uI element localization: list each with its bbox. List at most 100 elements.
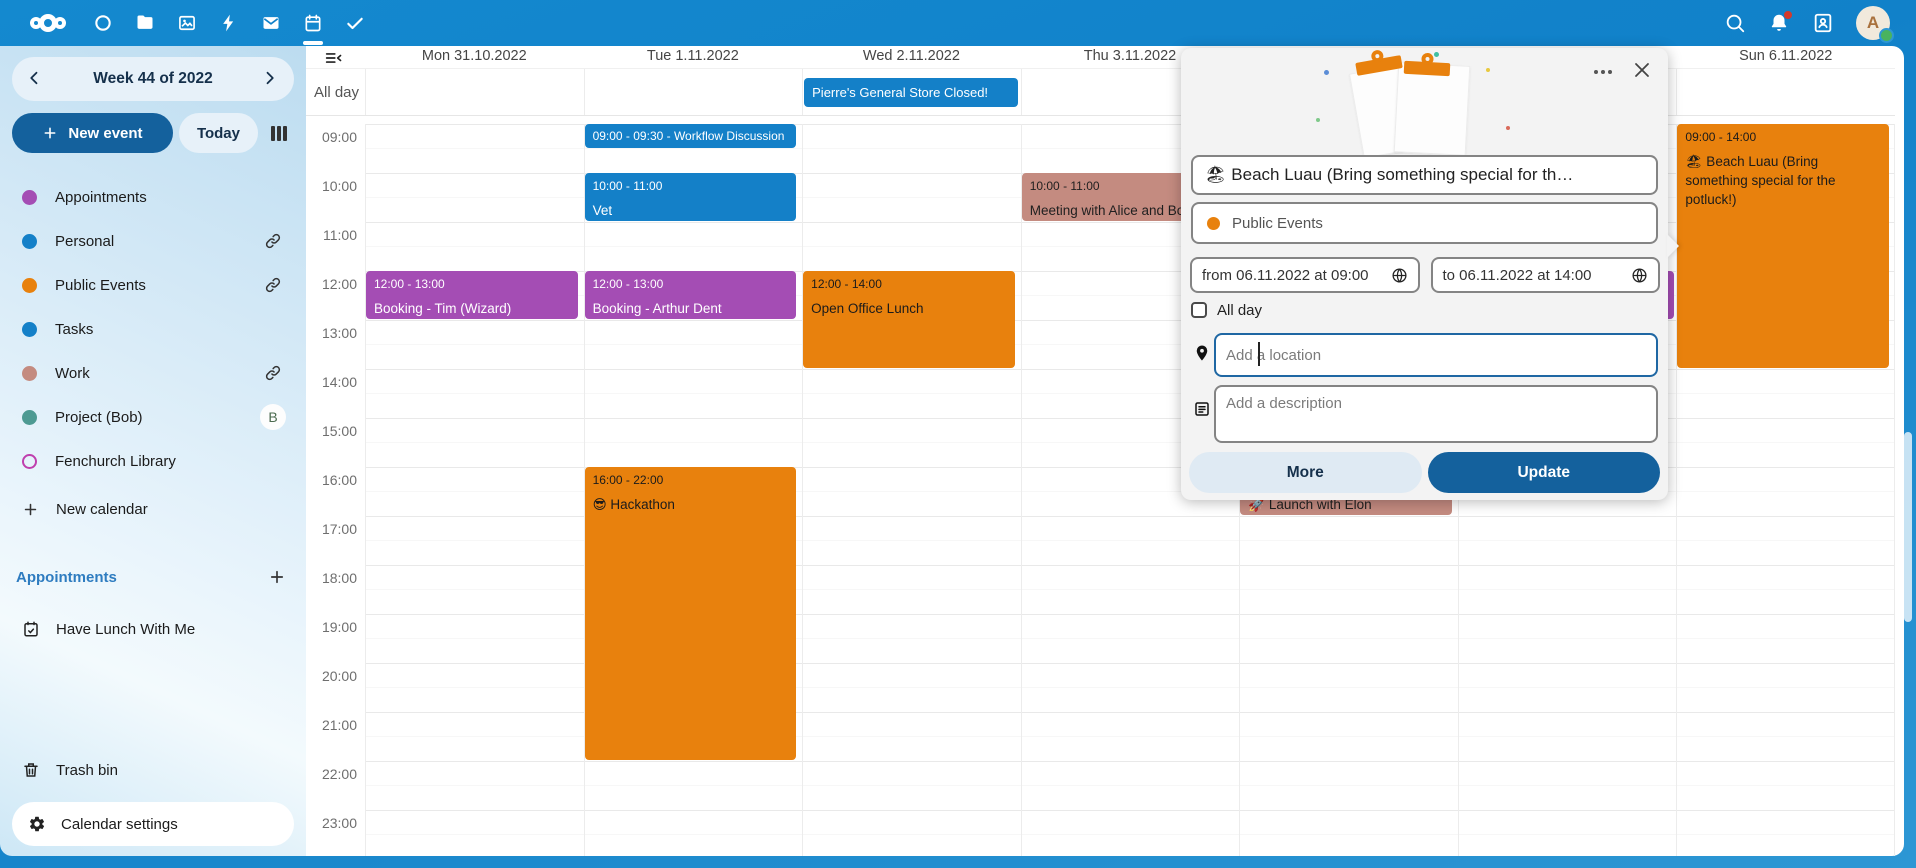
new-calendar-button[interactable]: New calendar	[12, 487, 294, 531]
shared-link-icon[interactable]	[264, 364, 282, 382]
calendar-event[interactable]: 16:00 - 22:00😎 Hackathon	[585, 467, 797, 760]
avatar-letter: A	[1867, 13, 1879, 33]
description-input[interactable]	[1214, 385, 1658, 443]
event-time: 10:00 - 11:00	[593, 178, 789, 194]
calendar-event[interactable]: 10:00 - 11:00Vet	[585, 173, 797, 221]
timezone-globe-icon[interactable]	[1631, 267, 1648, 284]
more-options-ellipsis-icon[interactable]	[1590, 62, 1616, 82]
event-time: 16:00 - 22:00	[593, 472, 789, 488]
trash-bin-button[interactable]: Trash bin	[12, 748, 294, 792]
shared-link-icon[interactable]	[264, 232, 282, 250]
calendar-app-icon[interactable]	[302, 9, 324, 37]
previous-week-button[interactable]	[26, 69, 46, 89]
calendar-event[interactable]: 09:00 - 09:30 - Workflow Discussion	[585, 124, 797, 148]
hour-label: 17:00	[306, 521, 357, 537]
mail-app-icon[interactable]	[260, 9, 282, 37]
trash-bin-label: Trash bin	[56, 762, 118, 779]
day-column[interactable]	[802, 124, 1021, 856]
week-view-toggle-icon[interactable]	[264, 118, 294, 148]
all-day-cell[interactable]	[584, 69, 803, 115]
appointment-item-label: Have Lunch With Me	[56, 621, 195, 638]
contacts-menu-icon[interactable]	[1812, 12, 1834, 34]
calendar-color-dot	[22, 190, 37, 205]
appointments-heading: Appointments	[16, 569, 117, 586]
calendar-name: Personal	[55, 233, 264, 250]
calendar-event[interactable]: 12:00 - 13:00Booking - Tim (Wizard)	[366, 271, 578, 319]
calendar-select[interactable]: Public Events	[1191, 202, 1658, 244]
activity-app-icon[interactable]	[218, 9, 240, 37]
all-day-cell[interactable]	[365, 69, 584, 115]
calendar-check-icon	[22, 620, 40, 638]
event-title: Open Office Lunch	[811, 299, 1007, 318]
nextcloud-logo[interactable]	[18, 8, 78, 38]
calendar-event[interactable]: 09:00 - 14:00🏖 Beach Luau (Bring somethi…	[1677, 124, 1889, 368]
user-avatar[interactable]: A	[1856, 6, 1890, 40]
update-button[interactable]: Update	[1428, 452, 1661, 493]
calendar-name: Work	[55, 365, 264, 382]
search-icon[interactable]	[1724, 12, 1746, 34]
calendar-color-dot	[22, 454, 37, 469]
location-field-wrapper	[1214, 333, 1658, 377]
event-title: Booking - Arthur Dent	[593, 299, 789, 318]
sidebar-calendar-work[interactable]: Work	[12, 351, 294, 395]
active-app-indicator	[303, 41, 323, 45]
new-event-label: New event	[68, 125, 142, 142]
day-header[interactable]: Tue 1.11.2022	[584, 48, 803, 66]
event-title: Booking - Tim (Wizard)	[374, 299, 570, 318]
sidebar-calendar-appointments[interactable]: Appointments	[12, 175, 294, 219]
collapse-sidebar-icon[interactable]	[324, 49, 344, 67]
next-week-button[interactable]	[260, 69, 280, 89]
day-column[interactable]	[365, 124, 584, 856]
sharee-avatar-badge: B	[260, 404, 286, 430]
tasks-app-icon[interactable]	[344, 9, 366, 37]
timezone-globe-icon[interactable]	[1391, 267, 1408, 284]
day-header[interactable]: Wed 2.11.2022	[802, 48, 1021, 66]
today-button[interactable]: Today	[179, 113, 258, 153]
all-day-cell[interactable]	[1676, 69, 1895, 115]
calendar-color-dot	[22, 234, 37, 249]
calendar-settings-label: Calendar settings	[61, 816, 178, 833]
photos-app-icon[interactable]	[176, 9, 198, 37]
sidebar-calendar-public-events[interactable]: Public Events	[12, 263, 294, 307]
start-datetime-field[interactable]: from 06.11.2022 at 09:00	[1190, 257, 1420, 293]
day-header[interactable]: Sun 6.11.2022	[1676, 48, 1895, 66]
calendar-event[interactable]: 12:00 - 14:00Open Office Lunch	[803, 271, 1015, 368]
end-datetime-field[interactable]: to 06.11.2022 at 14:00	[1431, 257, 1661, 293]
circle-app-icon[interactable]	[92, 9, 114, 37]
notifications-bell-icon[interactable]	[1768, 12, 1790, 34]
date-range-row: from 06.11.2022 at 09:00 to 06.11.2022 a…	[1190, 257, 1660, 293]
calendar-color-dot	[22, 366, 37, 381]
hour-label: 22:00	[306, 766, 357, 782]
day-header[interactable]: Mon 31.10.2022	[365, 48, 584, 66]
sidebar-calendar-personal[interactable]: Personal	[12, 219, 294, 263]
text-caret	[1258, 342, 1260, 366]
vertical-scrollbar[interactable]	[1904, 432, 1912, 622]
add-appointment-button[interactable]	[268, 568, 286, 586]
shared-link-icon[interactable]	[264, 276, 282, 294]
hour-label: 13:00	[306, 325, 357, 341]
gear-icon	[28, 815, 46, 833]
more-button[interactable]: More	[1189, 452, 1422, 493]
all-day-checkbox-row[interactable]: All day	[1191, 300, 1658, 320]
calendar-settings-button[interactable]: Calendar settings	[12, 802, 294, 846]
calendar-list: Appointments Personal Public EventsTasks Wo…	[12, 175, 294, 483]
all-day-checkbox[interactable]	[1191, 302, 1207, 318]
event-editor-popup: 🏖 Beach Luau (Bring something special fo…	[1181, 48, 1668, 500]
event-title-input[interactable]: 🏖 Beach Luau (Bring something special fo…	[1191, 155, 1658, 195]
sidebar-calendar-project-bob-[interactable]: Project (Bob)B	[12, 395, 294, 439]
appointment-item-have-lunch[interactable]: Have Lunch With Me	[12, 607, 294, 651]
today-label: Today	[197, 125, 240, 142]
calendar-event[interactable]: 12:00 - 13:00Booking - Arthur Dent	[585, 271, 797, 319]
all-day-event[interactable]: Pierre's General Store Closed!	[804, 78, 1018, 107]
popup-arrow	[1667, 234, 1679, 258]
close-icon[interactable]	[1630, 58, 1654, 82]
description-field-wrapper	[1214, 385, 1658, 443]
sidebar-calendar-fenchurch-library[interactable]: Fenchurch Library	[12, 439, 294, 483]
calendar-select-value: Public Events	[1232, 215, 1323, 232]
new-event-button[interactable]: New event	[12, 113, 173, 153]
hour-label: 19:00	[306, 619, 357, 635]
sidebar-calendar-tasks[interactable]: Tasks	[12, 307, 294, 351]
event-title-value: 🏖 Beach Luau (Bring something special fo…	[1205, 165, 1573, 185]
location-input[interactable]	[1214, 333, 1658, 377]
files-app-icon[interactable]	[134, 9, 156, 37]
